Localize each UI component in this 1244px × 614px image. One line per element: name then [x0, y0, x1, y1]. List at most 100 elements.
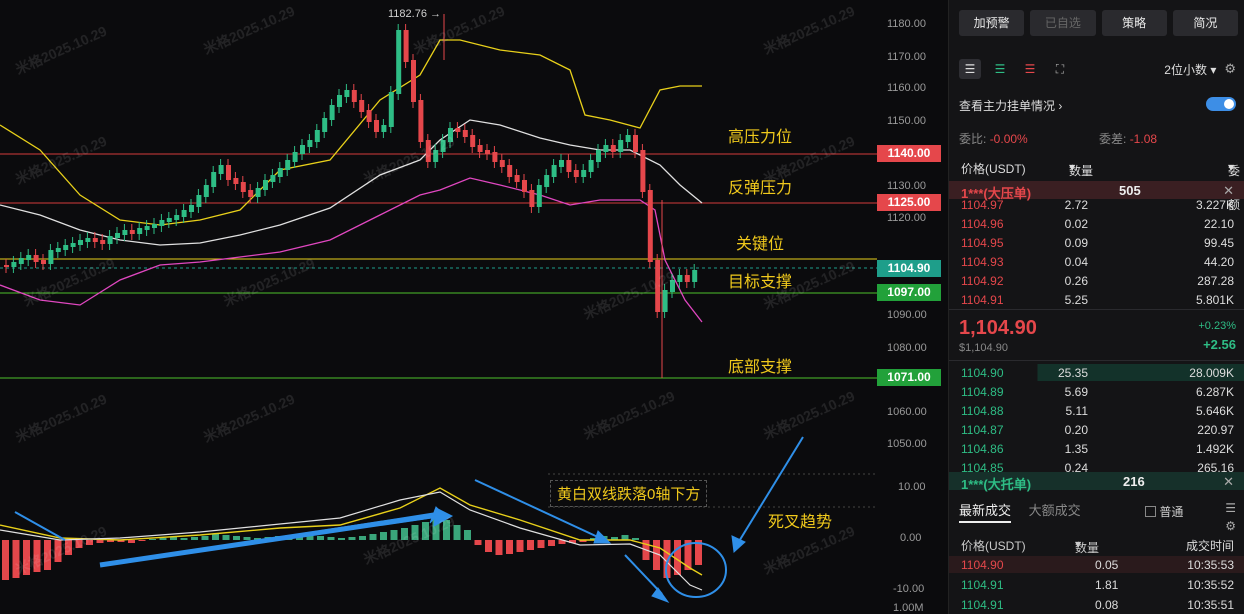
trade-qty: 1.81 [1095, 578, 1119, 592]
candle [536, 185, 542, 207]
candle [137, 228, 143, 234]
settings-icon[interactable]: ⚙ [1225, 519, 1236, 533]
bid-price: 1104.87 [961, 423, 1004, 437]
macd-bar [33, 540, 41, 572]
macd-bar [12, 540, 20, 578]
macd-bar [159, 538, 167, 540]
macd-bar [632, 538, 639, 540]
macd-bar [485, 540, 492, 552]
macd-bar [390, 530, 398, 540]
macd-bar [222, 535, 230, 540]
macd-bar [516, 540, 524, 552]
candle [618, 140, 624, 152]
trade-time: 10:35:52 [1187, 578, 1234, 592]
settings-icon[interactable]: ⚙ [1224, 61, 1236, 77]
macd-bar [527, 540, 534, 550]
close-icon[interactable]: ✕ [1223, 474, 1234, 490]
ask-row[interactable]: 1104.96 0.02 22.10 [949, 215, 1244, 232]
candle [403, 30, 409, 62]
ask-total: 287.28 [1197, 274, 1234, 288]
orderbook-asks-icon[interactable]: ☰ [1019, 59, 1041, 79]
macd-bar [411, 525, 419, 540]
candle [581, 170, 587, 177]
trade-row[interactable]: 1104.90 0.05 10:35:53 [949, 556, 1244, 573]
axis-tick: 1120.00 [887, 212, 926, 224]
view-main-orders-link[interactable]: 查看主力挂单情况 › [959, 97, 1236, 114]
bid-qty: 5.11 [1065, 404, 1088, 418]
add-alert-button[interactable]: 加预警 [959, 10, 1025, 36]
bid-row[interactable]: 1104.88 5.11 5.646K [949, 402, 1244, 419]
bid-row[interactable]: 1104.89 5.69 6.287K [949, 383, 1244, 400]
macd-bar [317, 536, 324, 540]
axis-tick: 1180.00 [887, 18, 926, 30]
bid-total: 1.492K [1195, 442, 1234, 456]
ask-row[interactable]: 1104.95 0.09 99.45 [949, 234, 1244, 251]
candle [492, 152, 498, 162]
candle [344, 90, 350, 97]
expand-icon[interactable]: ⛶ [1049, 59, 1071, 79]
main-orders-toggle[interactable] [1206, 97, 1236, 111]
lower-band-line [0, 177, 703, 323]
ask-row[interactable]: 1104.92 0.26 287.28 [949, 272, 1244, 289]
orderbook-bids-icon[interactable]: ☰ [989, 59, 1011, 79]
candle [677, 275, 683, 282]
candle [300, 145, 305, 154]
tab-latest-trades[interactable]: 最新成交 [959, 503, 1012, 523]
candle [218, 165, 224, 174]
decimals-select[interactable]: 2位小数 ▾ [1164, 61, 1216, 78]
candle [366, 110, 372, 122]
candle [470, 135, 476, 147]
macd-bar [495, 540, 503, 555]
candle [41, 260, 46, 264]
change-absolute: +2.56 [1203, 337, 1236, 352]
macd-bar [180, 538, 188, 540]
candle [107, 236, 113, 244]
candle [152, 224, 157, 228]
ask-row[interactable]: 1104.93 0.04 44.20 [949, 253, 1244, 270]
overview-button[interactable]: 简况 [1172, 10, 1238, 36]
bid-total: 6.287K [1195, 385, 1234, 399]
bid-row[interactable]: 1104.86 1.35 1.492K [949, 440, 1244, 457]
candle [329, 105, 335, 120]
candle [48, 250, 54, 264]
bid-qty: 1.35 [1064, 442, 1088, 456]
ask-row[interactable]: 1104.97 2.72 3.227K [949, 196, 1244, 213]
candle [573, 170, 579, 177]
normal-filter-checkbox[interactable]: 普通 [1145, 503, 1236, 520]
macd-bar [474, 540, 482, 545]
macd-bar [243, 537, 251, 540]
bid-row[interactable]: 1104.90 25.35 28.009K [949, 364, 1244, 381]
candle [433, 150, 439, 162]
ask-qty: 0.02 [1064, 217, 1088, 231]
candle [603, 145, 609, 152]
candle [129, 230, 135, 234]
trade-row[interactable]: 1104.91 0.08 10:35:51 [949, 596, 1244, 613]
bid-row[interactable]: 1104.87 0.20 220.97 [949, 421, 1244, 438]
macd-bar [212, 534, 219, 540]
upper-band-line [0, 39, 702, 226]
ask-qty: 0.04 [1064, 255, 1088, 269]
candle [26, 255, 32, 260]
order-diff: 委差: -1.08 [1099, 132, 1158, 146]
macd-bar [327, 537, 335, 540]
strategy-button[interactable]: 策略 [1101, 10, 1167, 36]
macd-bar [621, 535, 629, 540]
tab-large-trades[interactable]: 大额成交 [1029, 503, 1081, 518]
orderbook-both-icon[interactable]: ☰ [959, 59, 981, 79]
candle [166, 218, 172, 222]
macd-bar [537, 540, 545, 548]
macd-bar [201, 536, 209, 540]
trade-row[interactable]: 1104.91 1.81 10:35:52 [949, 576, 1244, 593]
trade-price: 1104.91 [961, 598, 1004, 612]
middle-band-line [0, 119, 703, 246]
candle [640, 150, 646, 192]
ask-row[interactable]: 1104.91 5.25 5.801K [949, 291, 1244, 308]
candle [559, 160, 564, 167]
chart-area[interactable]: 米格2025.10.29 米格2025.10.29 米格2025.10.29 米… [0, 0, 947, 614]
macd-bar [443, 520, 450, 540]
filter-icon[interactable]: ☰ [1225, 501, 1236, 515]
ask-price: 1104.97 [961, 198, 1004, 212]
candle [440, 140, 446, 152]
candle [499, 160, 505, 167]
favorited-button[interactable]: 已自选 [1030, 10, 1096, 36]
